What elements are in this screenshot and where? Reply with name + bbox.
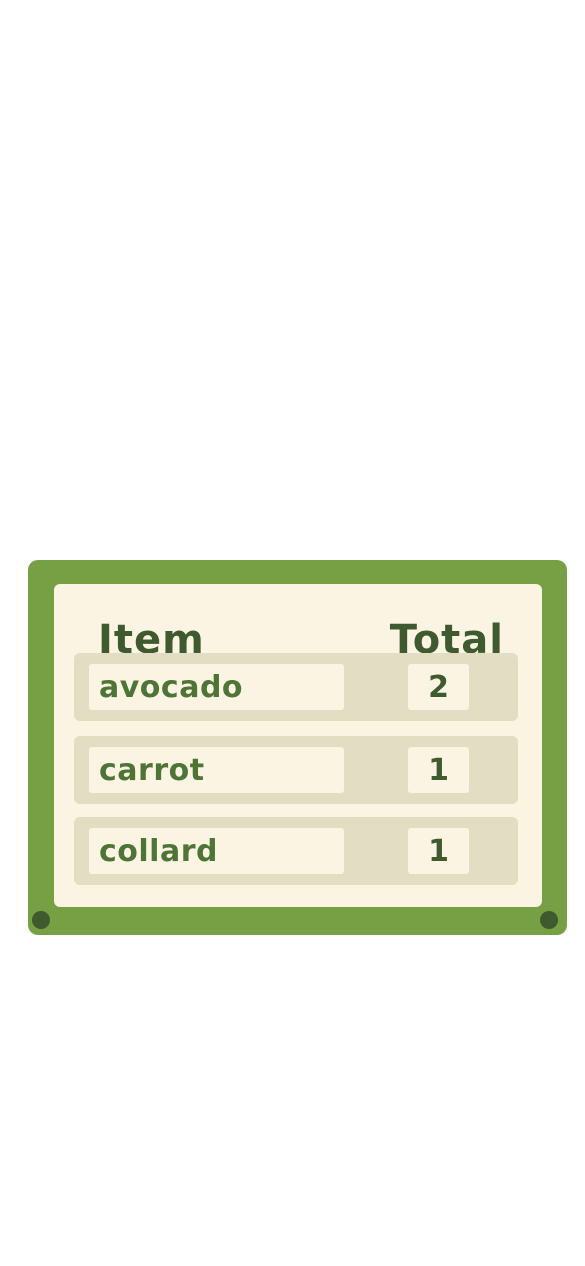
inventory-panel: Item Total avocado 2 carrot 1 collard 1 [54, 584, 542, 907]
bolt-icon [540, 911, 558, 929]
item-name: carrot [89, 747, 344, 793]
item-total: 2 [408, 664, 469, 710]
bolt-icon [32, 911, 50, 929]
item-name: avocado [89, 664, 344, 710]
inventory-board: Item Total avocado 2 carrot 1 collard 1 [28, 560, 567, 935]
table-row: carrot 1 [74, 736, 518, 804]
item-name: collard [89, 828, 344, 874]
table-row: collard 1 [74, 817, 518, 885]
table-row: avocado 2 [74, 653, 518, 721]
item-total: 1 [408, 747, 469, 793]
item-total: 1 [408, 828, 469, 874]
